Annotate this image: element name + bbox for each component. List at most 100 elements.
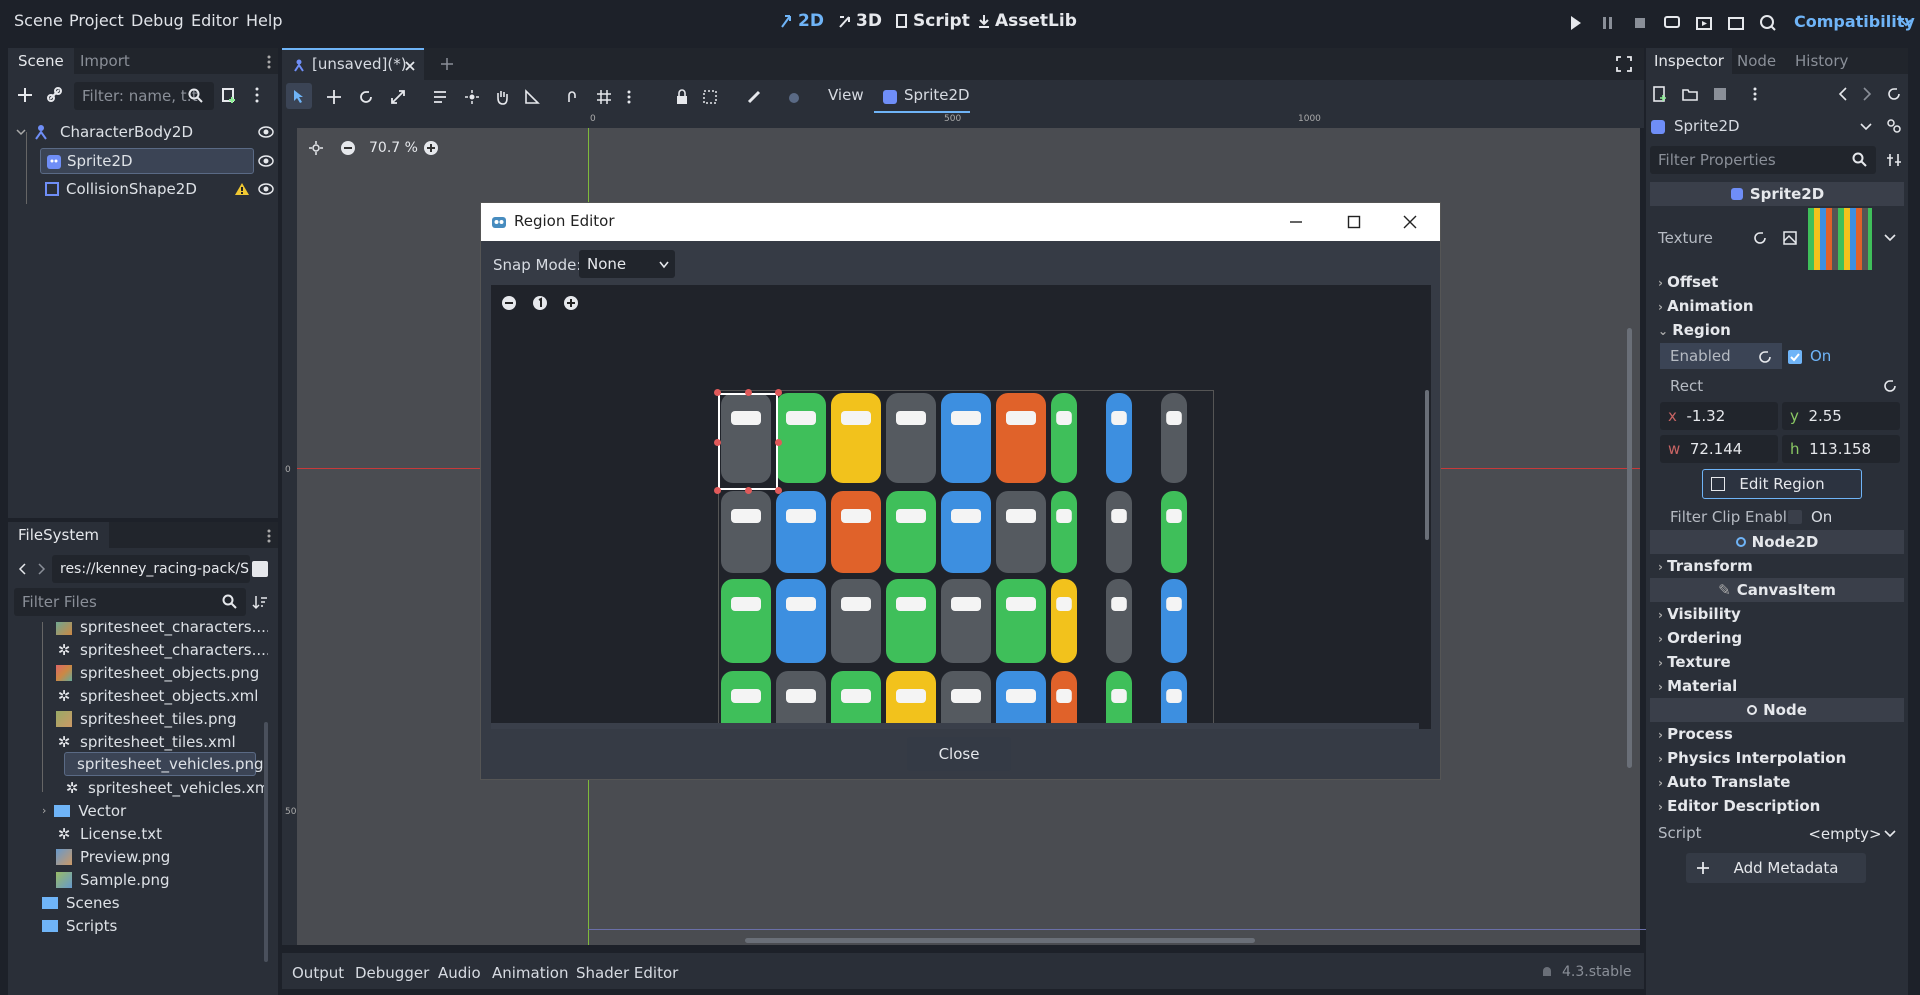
sort-icon[interactable] bbox=[252, 594, 268, 610]
view-menu[interactable]: View bbox=[828, 86, 864, 104]
scrollbar[interactable] bbox=[264, 722, 268, 962]
new-resource-icon[interactable] bbox=[1652, 86, 1668, 102]
rect-w-field[interactable]: w 72.144 bbox=[1660, 435, 1778, 463]
toggle-split-icon[interactable] bbox=[252, 561, 268, 577]
scrollbar-vertical[interactable] bbox=[1627, 328, 1632, 768]
zoom-reset-icon[interactable] bbox=[532, 295, 548, 311]
add-metadata-button[interactable]: Add Metadata bbox=[1686, 853, 1866, 883]
back-icon[interactable] bbox=[18, 562, 28, 576]
menu-scene[interactable]: Scene bbox=[14, 11, 63, 30]
kebab-menu-icon[interactable] bbox=[626, 89, 632, 105]
filter-clip-checkbox[interactable] bbox=[1788, 510, 1802, 524]
fullscreen-icon[interactable] bbox=[1616, 56, 1632, 72]
tab-output[interactable]: Output bbox=[292, 964, 344, 982]
file-item[interactable]: Sample.png bbox=[56, 868, 170, 892]
warning-icon[interactable] bbox=[234, 182, 250, 196]
scene-tab[interactable]: [unsaved](*) bbox=[282, 48, 424, 80]
chevron-right-icon[interactable]: › bbox=[42, 799, 46, 823]
section-ordering[interactable]: › Ordering bbox=[1658, 629, 1742, 647]
kebab-menu-icon[interactable] bbox=[1752, 86, 1758, 102]
texture-preview[interactable] bbox=[1808, 208, 1872, 270]
filter-properties-input[interactable]: Filter Properties bbox=[1650, 146, 1876, 174]
tab-import[interactable]: Import bbox=[80, 52, 130, 70]
forward-icon[interactable] bbox=[1862, 86, 1872, 102]
menu-project[interactable]: Project bbox=[69, 11, 124, 30]
file-item[interactable]: spritesheet_characters.... bbox=[56, 622, 268, 639]
pan-hand-icon[interactable] bbox=[494, 89, 510, 105]
tools-icon[interactable] bbox=[1886, 152, 1902, 168]
kebab-menu-icon[interactable] bbox=[266, 528, 272, 544]
renderer-selector[interactable]: Compatibility bbox=[1794, 12, 1915, 31]
maximize-icon[interactable] bbox=[1347, 215, 1361, 229]
save-icon[interactable] bbox=[1712, 86, 1728, 102]
rect-h-field[interactable]: h 113.158 bbox=[1782, 435, 1900, 463]
history-icon[interactable] bbox=[1886, 86, 1902, 102]
play-icon[interactable] bbox=[1566, 13, 1586, 33]
sprite2d-menu[interactable]: Sprite2D bbox=[874, 80, 970, 113]
resize-handle[interactable] bbox=[745, 389, 752, 396]
scrollbar-horizontal[interactable] bbox=[745, 938, 1255, 943]
resize-handle[interactable] bbox=[745, 487, 752, 494]
scrollbar-vertical[interactable] bbox=[1425, 390, 1429, 540]
tab-scene[interactable]: Scene bbox=[8, 48, 74, 74]
region-canvas[interactable] bbox=[491, 285, 1431, 729]
tree-node-collisionshape2d[interactable]: CollisionShape2D bbox=[44, 176, 276, 202]
workspace-2d[interactable]: 2D bbox=[780, 11, 824, 31]
file-item[interactable]: Preview.png bbox=[56, 845, 170, 869]
select-mode-button[interactable] bbox=[286, 83, 312, 109]
file-item-selected[interactable]: spritesheet_vehicles.png bbox=[64, 752, 264, 776]
scale-icon[interactable] bbox=[390, 89, 406, 105]
lock-icon[interactable] bbox=[674, 89, 690, 105]
resize-handle[interactable] bbox=[714, 439, 721, 446]
play-custom-icon[interactable] bbox=[1726, 13, 1746, 33]
section-material[interactable]: › Material bbox=[1658, 677, 1737, 695]
rect-y-field[interactable]: y 2.55 bbox=[1782, 402, 1900, 430]
section-region[interactable]: ⌄ Region bbox=[1658, 321, 1731, 339]
section-physics-interpolation[interactable]: › Physics Interpolation bbox=[1658, 749, 1846, 767]
zoom-out-icon[interactable] bbox=[340, 140, 356, 156]
chevron-down-icon[interactable] bbox=[1884, 234, 1896, 242]
tab-node[interactable]: Node bbox=[1737, 52, 1776, 70]
forward-icon[interactable] bbox=[36, 562, 46, 576]
add-tab-icon[interactable] bbox=[440, 57, 454, 71]
close-icon[interactable] bbox=[1403, 215, 1417, 229]
rotate-icon[interactable] bbox=[358, 89, 374, 105]
kebab-menu-icon[interactable] bbox=[266, 54, 272, 70]
minimize-icon[interactable] bbox=[1289, 217, 1303, 227]
chevron-down-icon[interactable] bbox=[1884, 830, 1896, 838]
section-transform[interactable]: › Transform bbox=[1658, 557, 1753, 575]
resize-handle[interactable] bbox=[714, 389, 721, 396]
section-editor-description[interactable]: › Editor Description bbox=[1658, 797, 1820, 815]
chevron-down-icon[interactable] bbox=[1860, 123, 1872, 131]
pivot-icon[interactable] bbox=[464, 89, 480, 105]
menu-editor[interactable]: Editor bbox=[191, 11, 238, 30]
folder-item[interactable]: Scripts bbox=[42, 914, 117, 938]
close-icon[interactable] bbox=[404, 60, 416, 72]
menu-debug[interactable]: Debug bbox=[131, 11, 184, 30]
chevron-down-icon[interactable] bbox=[659, 261, 669, 269]
region-selection-rect[interactable] bbox=[718, 393, 778, 490]
menu-help[interactable]: Help bbox=[246, 11, 282, 30]
section-texture[interactable]: › Texture bbox=[1658, 653, 1731, 671]
revert-icon[interactable] bbox=[1757, 349, 1773, 365]
ruler-icon[interactable] bbox=[524, 89, 540, 105]
bone-icon[interactable] bbox=[746, 89, 762, 105]
smart-snap-icon[interactable] bbox=[566, 89, 582, 105]
enabled-checkbox[interactable] bbox=[1788, 350, 1802, 364]
resize-handle[interactable] bbox=[775, 487, 782, 494]
eye-icon[interactable] bbox=[258, 154, 274, 168]
zoom-out-icon[interactable] bbox=[501, 295, 517, 311]
file-item[interactable]: ✲ spritesheet_characters.... bbox=[56, 638, 268, 662]
object-props-icon[interactable] bbox=[1886, 118, 1902, 134]
movie-maker-icon[interactable] bbox=[1758, 13, 1778, 33]
play-scene-icon[interactable] bbox=[1694, 13, 1714, 33]
path-field[interactable]: res://kenney_racing-pack/S bbox=[52, 555, 250, 583]
workspace-assetlib[interactable]: AssetLib bbox=[977, 11, 1077, 31]
file-item[interactable]: ✲ spritesheet_vehicles.xml bbox=[64, 776, 268, 800]
file-item[interactable]: ✲ spritesheet_objects.xml bbox=[56, 684, 259, 708]
back-icon[interactable] bbox=[1838, 86, 1848, 102]
close-button[interactable]: Close bbox=[907, 737, 1011, 771]
center-view-icon[interactable] bbox=[308, 140, 324, 156]
pause-icon[interactable] bbox=[1598, 13, 1618, 33]
folder-item[interactable]: Scenes bbox=[42, 891, 120, 915]
